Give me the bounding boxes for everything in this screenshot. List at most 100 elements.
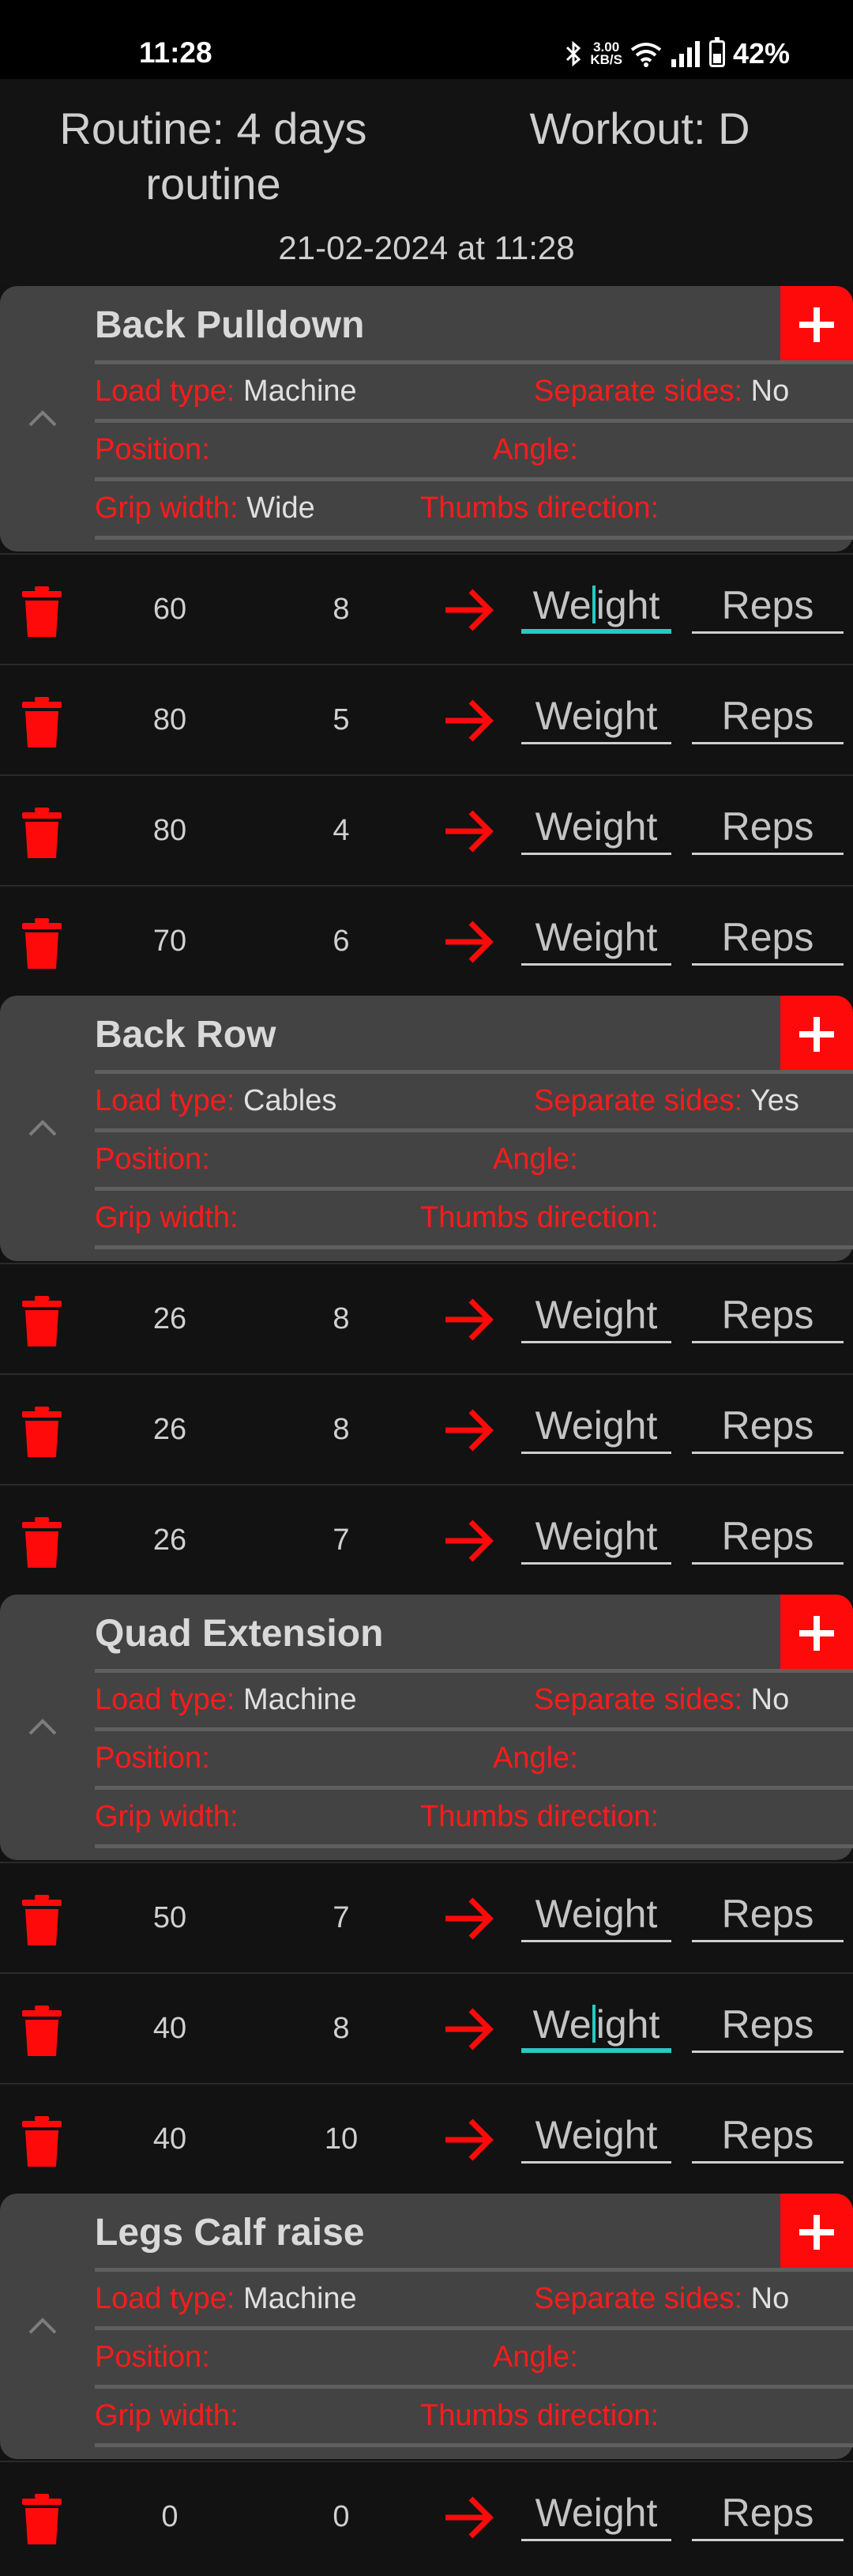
reps-input[interactable]: Reps: [692, 1512, 844, 1565]
add-set-button[interactable]: [780, 1595, 853, 1672]
reps-placeholder: Reps: [721, 583, 814, 627]
arrow-right-icon: [445, 2496, 494, 2539]
trash-icon[interactable]: [21, 1296, 63, 1346]
angle-field[interactable]: Angle:: [493, 433, 578, 467]
angle-field[interactable]: Angle:: [493, 2341, 578, 2375]
chevron-up-icon[interactable]: [27, 2310, 58, 2342]
battery-icon: [708, 37, 725, 67]
weight-input[interactable]: Weight: [521, 582, 671, 634]
weight-input[interactable]: Weight: [521, 1291, 671, 1343]
set-row: 0 0 Weight Reps: [0, 2461, 853, 2570]
separate-sides-value: No: [750, 2282, 790, 2315]
separate-sides-field[interactable]: Separate sides: Yes: [534, 1084, 799, 1118]
arrow-right-icon: [445, 921, 494, 963]
reps-placeholder: Reps: [721, 804, 814, 849]
trash-icon[interactable]: [21, 2116, 63, 2167]
previous-reps: 8: [333, 2012, 350, 2045]
position-field[interactable]: Position:: [95, 1742, 210, 1776]
weight-input[interactable]: Weight: [521, 692, 671, 744]
weight-input[interactable]: Weight: [521, 1402, 671, 1454]
previous-weight: 80: [152, 814, 187, 847]
weight-input[interactable]: Weight: [521, 1890, 671, 1942]
load-type-label: Load type:: [95, 1683, 235, 1716]
grip-width-field[interactable]: Grip width: Wide: [95, 491, 315, 525]
weight-input[interactable]: Weight: [521, 2001, 671, 2053]
reps-input[interactable]: Reps: [692, 692, 844, 744]
reps-input[interactable]: Reps: [692, 913, 844, 966]
position-field[interactable]: Position:: [95, 433, 210, 467]
weight-input[interactable]: Weight: [521, 2111, 671, 2164]
arrow-right-icon: [445, 1897, 494, 1940]
separate-sides-field[interactable]: Separate sides: No: [534, 375, 789, 409]
divider: [95, 2326, 853, 2330]
trash-icon[interactable]: [21, 1407, 63, 1457]
workout-header: Routine: 4 days routine Workout: D 21-02…: [0, 79, 853, 286]
thumbs-direction-field[interactable]: Thumbs direction:: [420, 1201, 659, 1235]
add-set-button[interactable]: [780, 2194, 853, 2271]
trash-icon[interactable]: [21, 918, 63, 969]
angle-field[interactable]: Angle:: [493, 1143, 578, 1177]
trash-icon[interactable]: [21, 2005, 63, 2056]
weight-placeholder: Weight: [535, 1403, 658, 1448]
trash-icon[interactable]: [21, 808, 63, 858]
arrow-right-icon: [445, 1298, 494, 1341]
reps-input[interactable]: Reps: [692, 2111, 844, 2164]
arrow-right-icon: [445, 699, 494, 742]
reps-input[interactable]: Reps: [692, 1890, 844, 1942]
weight-input[interactable]: Weight: [521, 913, 671, 966]
reps-input[interactable]: Reps: [692, 2001, 844, 2053]
position-field[interactable]: Position:: [95, 2341, 210, 2375]
grip-width-field[interactable]: Grip width:: [95, 1800, 239, 1834]
weight-placeholder: Weight: [535, 2113, 658, 2157]
load-type-field[interactable]: Load type: Machine: [95, 2282, 357, 2316]
reps-placeholder: Reps: [721, 2491, 814, 2535]
angle-label: Angle:: [493, 1143, 578, 1176]
trash-icon[interactable]: [21, 1517, 63, 1568]
divider: [95, 1128, 853, 1132]
previous-reps: 10: [324, 2122, 359, 2156]
divider: [95, 1844, 853, 1848]
grip-width-field[interactable]: Grip width:: [95, 1201, 239, 1235]
separate-sides-field[interactable]: Separate sides: No: [534, 2282, 789, 2316]
weight-input[interactable]: Weight: [521, 2489, 671, 2541]
arrow-right-icon: [445, 589, 494, 631]
weight-input[interactable]: Weight: [521, 803, 671, 855]
thumbs-direction-label: Thumbs direction:: [420, 1201, 659, 1234]
trash-icon[interactable]: [21, 586, 63, 637]
chevron-up-icon[interactable]: [27, 1113, 58, 1144]
chevron-up-icon[interactable]: [27, 403, 58, 435]
status-bar: 11:28 3.00 KB/S 42%: [0, 0, 853, 79]
add-set-button[interactable]: [780, 286, 853, 363]
thumbs-direction-field[interactable]: Thumbs direction:: [420, 2399, 659, 2433]
angle-label: Angle:: [493, 2341, 578, 2374]
thumbs-direction-field[interactable]: Thumbs direction:: [420, 1800, 659, 1834]
previous-reps: 0: [333, 2500, 350, 2533]
grip-width-field[interactable]: Grip width:: [95, 2399, 239, 2433]
load-type-field[interactable]: Load type: Machine: [95, 1683, 357, 1717]
reps-input[interactable]: Reps: [692, 1291, 844, 1343]
weight-placeholder: Weight: [532, 2002, 660, 2047]
reps-input[interactable]: Reps: [692, 803, 844, 855]
separate-sides-field[interactable]: Separate sides: No: [534, 1683, 789, 1717]
reps-input[interactable]: Reps: [692, 582, 844, 634]
signal-icon: [671, 41, 700, 67]
trash-icon[interactable]: [21, 1895, 63, 1945]
plus-icon: [799, 2215, 834, 2250]
divider: [95, 419, 853, 423]
weight-input[interactable]: Weight: [521, 1512, 671, 1565]
chevron-up-icon[interactable]: [27, 1712, 58, 1743]
load-type-field[interactable]: Load type: Machine: [95, 375, 357, 409]
reps-input[interactable]: Reps: [692, 2489, 844, 2541]
previous-weight: 50: [152, 1901, 187, 1934]
divider: [95, 536, 853, 540]
angle-field[interactable]: Angle:: [493, 1742, 578, 1776]
add-set-button[interactable]: [780, 996, 853, 1073]
exercise-card: Quad Extension Load type: Machine Separate…: [0, 1595, 853, 1860]
trash-icon[interactable]: [21, 697, 63, 748]
set-row: 26 8 Weight Reps: [0, 1373, 853, 1482]
thumbs-direction-field[interactable]: Thumbs direction:: [420, 491, 659, 525]
position-field[interactable]: Position:: [95, 1143, 210, 1177]
trash-icon[interactable]: [21, 2494, 63, 2544]
load-type-field[interactable]: Load type: Cables: [95, 1084, 336, 1118]
reps-input[interactable]: Reps: [692, 1402, 844, 1454]
